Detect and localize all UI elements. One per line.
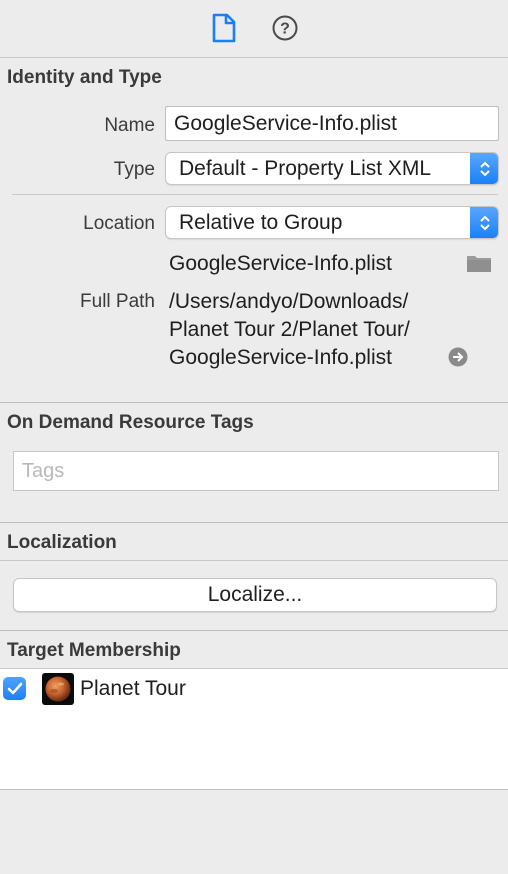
location-label: Location [83,213,155,234]
quick-help-glyph: ? [280,21,290,38]
target-list [0,669,508,789]
type-label: Type [113,159,155,180]
name-field[interactable]: GoogleService-Info.plist [165,106,499,141]
location-popup-value: Relative to Group [179,210,343,234]
file-name-text: GoogleService-Info.plist [169,252,392,275]
full-path-line-1: /Users/andyo/Downloads/ [169,290,409,313]
updown-chevron-icon [470,153,498,184]
name-label: Name [104,115,155,136]
type-popup[interactable]: Default - Property List XML [165,152,499,185]
section-title-identity: Identity and Type [7,67,162,88]
full-path-label: Full Path [80,291,155,312]
section-title-localization: Localization [7,532,117,553]
folder-icon[interactable] [466,253,492,273]
file-icon[interactable] [209,12,239,44]
localize-button-label: Localize... [207,583,303,606]
full-path-line-2: Planet Tour 2/Planet Tour/ [169,318,410,341]
checkmark-icon [7,682,22,694]
question-mark-circle-icon[interactable]: ? [270,12,300,44]
inspector-toolbar [0,0,508,57]
divider [0,402,508,403]
localize-button[interactable]: Localize... [13,578,497,612]
divider [0,57,508,58]
reveal-arrow-icon[interactable] [448,347,468,367]
section-title-on-demand: On Demand Resource Tags [7,412,254,433]
planet-app-icon [42,673,74,705]
full-path-line-3: GoogleService-Info.plist [169,346,392,369]
divider [0,630,508,631]
tags-placeholder: Tags [22,459,65,482]
divider [12,194,498,195]
divider [0,522,508,523]
type-popup-value: Default - Property List XML [179,156,432,180]
divider [0,560,508,561]
name-field-value: GoogleService-Info.plist [174,111,397,135]
target-checkbox[interactable] [3,677,26,700]
tags-input[interactable]: Tags [13,451,499,491]
updown-chevron-icon [470,207,498,238]
section-title-target-membership: Target Membership [7,640,181,661]
target-label: Planet Tour [80,677,186,700]
location-popup[interactable]: Relative to Group [165,206,499,239]
divider [0,789,508,790]
